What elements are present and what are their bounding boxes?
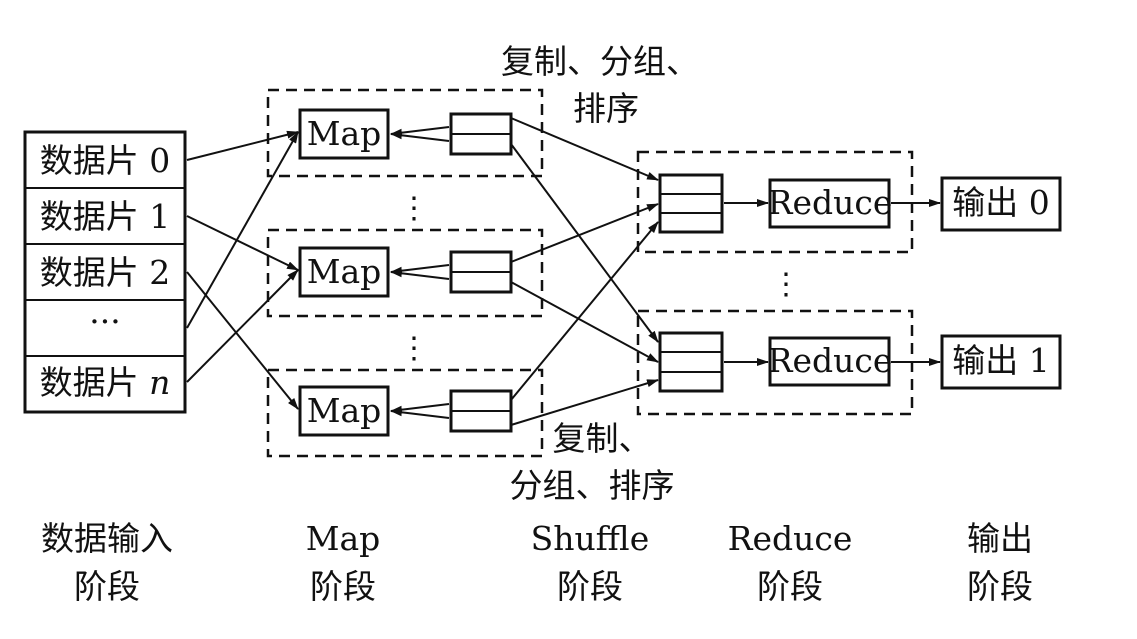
reduce-label-0: Reduce — [768, 183, 893, 222]
annotation-top-line2: 排序 — [573, 89, 639, 128]
stage-map-line1: Map — [306, 519, 381, 558]
vertical-ellipsis-map-1: ⋮ — [399, 191, 429, 226]
map-box-1: Map — [298, 246, 390, 298]
annotation-top-line1: 复制、分组、 — [501, 42, 699, 81]
reduce-buffer-0 — [658, 173, 724, 234]
output-box-1: 输出 1 — [940, 334, 1062, 390]
map-buffer-1 — [449, 250, 513, 294]
reduce-box-1: Reduce — [768, 336, 893, 387]
vertical-ellipsis-reduce: ⋮ — [771, 267, 801, 302]
annotation-bottom-line2: 分组、排序 — [510, 466, 675, 505]
input-split-2: 数据片 2 — [40, 253, 171, 292]
vertical-ellipsis-map-2: ⋮ — [399, 331, 429, 366]
reduce-buffer-1 — [658, 331, 724, 393]
input-split-n-prefix: 数据片 — [40, 363, 150, 402]
mapreduce-flow-diagram: 数据片 0 数据片 1 数据片 2 ··· 数据片 n Map Map Map — [23, 42, 1062, 606]
map-buffer-2 — [449, 389, 513, 433]
map-box-2: Map — [298, 385, 390, 437]
map-label-0: Map — [307, 114, 382, 153]
stage-output-line2: 阶段 — [967, 567, 1033, 606]
map-label-1: Map — [307, 252, 382, 291]
stage-map-line2: 阶段 — [310, 567, 376, 606]
map-buffer-0 — [449, 112, 513, 156]
stage-input-line1: 数据输入 — [41, 519, 173, 558]
map-label-2: Map — [307, 391, 382, 430]
stage-shuffle-line1: Shuffle — [531, 519, 650, 558]
stage-reduce-line2: 阶段 — [757, 567, 823, 606]
input-to-map-arrows — [186, 130, 299, 410]
input-split-n: 数据片 n — [40, 363, 171, 402]
output-label-1: 输出 1 — [952, 341, 1050, 380]
buffer-to-map-arrows — [390, 126, 450, 419]
input-split-n-var: n — [149, 363, 170, 402]
stage-shuffle-line2: 阶段 — [557, 567, 623, 606]
stage-reduce-line1: Reduce — [728, 519, 853, 558]
input-split-ellipsis: ··· — [89, 302, 120, 341]
shuffle-arrows — [510, 117, 659, 426]
input-splits-table: 数据片 0 数据片 1 数据片 2 ··· 数据片 n — [23, 130, 187, 414]
stage-output-line1: 输出 — [967, 519, 1033, 558]
output-label-0: 输出 0 — [952, 183, 1050, 222]
input-split-0: 数据片 0 — [40, 141, 171, 180]
stage-input-line2: 阶段 — [74, 567, 140, 606]
annotation-bottom-line1: 复制、 — [553, 419, 652, 458]
stage-captions: 数据输入 阶段 Map 阶段 Shuffle 阶段 Reduce 阶段 输出 阶… — [41, 519, 1033, 606]
input-split-1: 数据片 1 — [40, 197, 171, 236]
reduce-label-1: Reduce — [768, 341, 893, 380]
reduce-box-0: Reduce — [768, 178, 893, 229]
map-box-0: Map — [298, 108, 390, 160]
output-box-0: 输出 0 — [940, 176, 1062, 232]
